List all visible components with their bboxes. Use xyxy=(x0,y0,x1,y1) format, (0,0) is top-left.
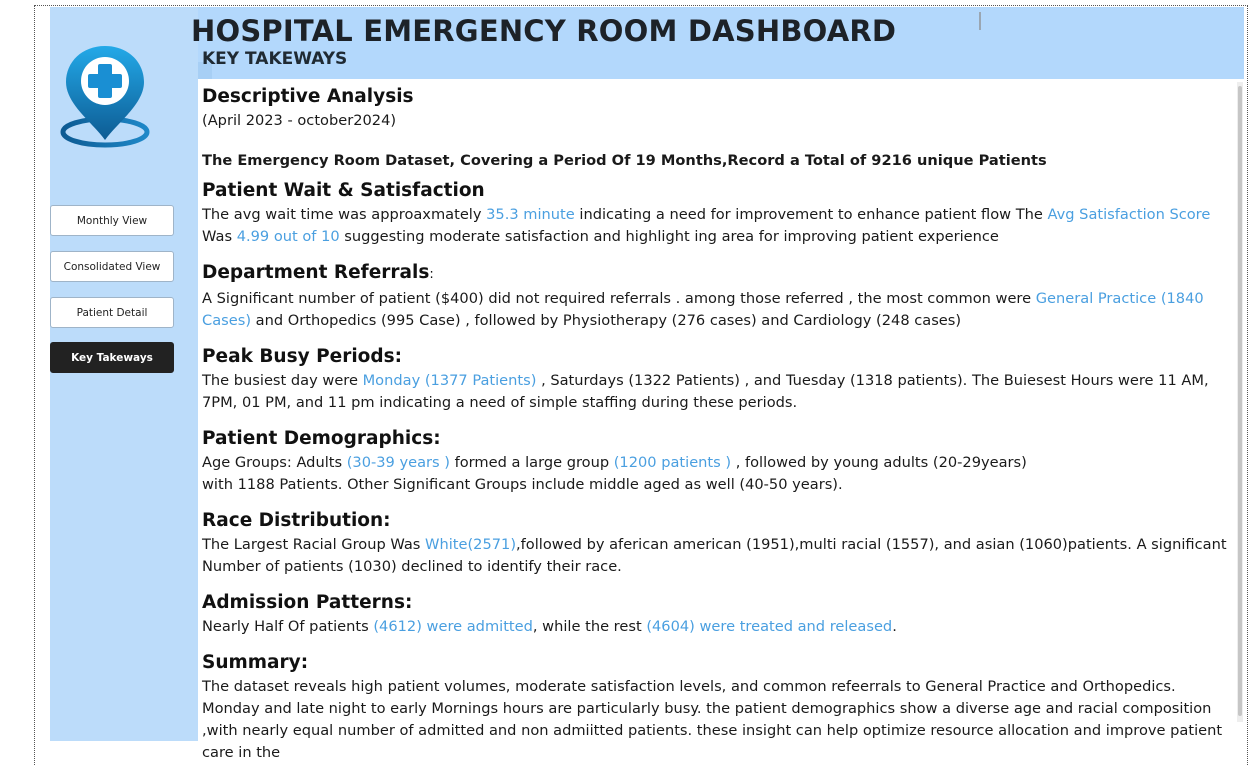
race-text-1: The Largest Racial Group Was xyxy=(202,536,426,553)
admission-paragraph: Nearly Half Of patients (4612) were admi… xyxy=(202,616,1232,638)
referrals-text-1: A Significant number of patient ($400) d… xyxy=(202,290,1036,307)
admission-text-2: , while the rest xyxy=(532,618,647,635)
page-subtitle: KEY TAKEWAYS xyxy=(202,49,348,69)
hospital-location-pin-icon xyxy=(60,46,150,148)
admission-heading: Admission Patterns: xyxy=(202,592,413,613)
demographics-heading: Patient Demographics: xyxy=(202,428,441,449)
nav-patient-detail-button[interactable]: Patient Detail xyxy=(50,297,174,328)
race-paragraph: The Largest Racial Group Was White(2571)… xyxy=(202,534,1232,578)
referrals-heading-colon: : xyxy=(429,267,434,282)
race-heading: Race Distribution: xyxy=(202,510,391,531)
referrals-text-2: and Orthopedics (995 Case) , followed by… xyxy=(251,312,962,329)
period-text: (April 2023 - october2024) xyxy=(202,112,397,129)
wait-text-3: Was xyxy=(202,228,237,245)
dataset-summary: The Emergency Room Dataset, Covering a P… xyxy=(202,152,1047,169)
admission-text-3: . xyxy=(892,618,897,635)
demographics-text-2: formed a large group xyxy=(449,454,614,471)
peak-text-1: The busiest day were xyxy=(202,372,363,389)
wait-text-4: suggesting moderate satisfaction and hig… xyxy=(339,228,999,245)
key-takeaways-content: Descriptive Analysis (April 2023 - octob… xyxy=(202,84,1232,764)
demographics-line-2: with 1188 Patients. Other Significant Gr… xyxy=(202,476,843,493)
content-scrollbar-thumb[interactable] xyxy=(1238,86,1242,716)
summary-heading: Summary: xyxy=(202,652,309,673)
nav-consolidated-view-button[interactable]: Consolidated View xyxy=(50,251,174,282)
referrals-heading: Department Referrals: xyxy=(202,260,1232,288)
demographics-text-1: Age Groups: Adults xyxy=(202,454,347,471)
demographics-text-3: , followed by young adults (20-29years) xyxy=(731,454,1027,471)
admission-highlight-released: (4604) were treated and released xyxy=(646,618,893,635)
demographics-highlight-count: (1200 patients ) xyxy=(613,454,732,471)
wait-highlight-time: 35.3 minute xyxy=(486,206,575,223)
wait-text-2: indicating a need for improvement to enh… xyxy=(574,206,1048,223)
wait-text-1: The avg wait time was approaxmately xyxy=(202,206,487,223)
demographics-paragraph: Age Groups: Adults (30-39 years ) formed… xyxy=(202,452,1232,474)
wait-heading: Patient Wait & Satisfaction xyxy=(202,180,485,201)
wait-paragraph: The avg wait time was approaxmately 35.3… xyxy=(202,204,1232,248)
page-title: HOSPITAL EMERGENCY ROOM DASHBOARD xyxy=(191,14,897,48)
peak-paragraph: The busiest day were Monday (1377 Patien… xyxy=(202,370,1232,414)
wait-highlight-score: 4.99 out of 10 xyxy=(236,228,340,245)
wait-highlight-score-label: Avg Satisfaction Score xyxy=(1047,206,1211,223)
nav-monthly-view-button[interactable]: Monthly View xyxy=(50,205,174,236)
descriptive-heading: Descriptive Analysis xyxy=(202,86,414,107)
nav-key-takeways-button[interactable]: Key Takeways xyxy=(50,342,174,373)
demographics-highlight-age: (30-39 years ) xyxy=(346,454,450,471)
peak-highlight: Monday (1377 Patients) xyxy=(362,372,537,389)
divider-tick xyxy=(979,12,981,30)
referrals-heading-text: Department Referrals xyxy=(202,262,430,283)
summary-paragraph: The dataset reveals high patient volumes… xyxy=(202,678,1223,761)
referrals-paragraph: A Significant number of patient ($400) d… xyxy=(202,288,1232,332)
admission-text-1: Nearly Half Of patients xyxy=(202,618,374,635)
race-highlight: White(2571) xyxy=(425,536,517,553)
admission-highlight-admitted: (4612) were admitted xyxy=(373,618,533,635)
peak-heading: Peak Busy Periods: xyxy=(202,346,403,367)
